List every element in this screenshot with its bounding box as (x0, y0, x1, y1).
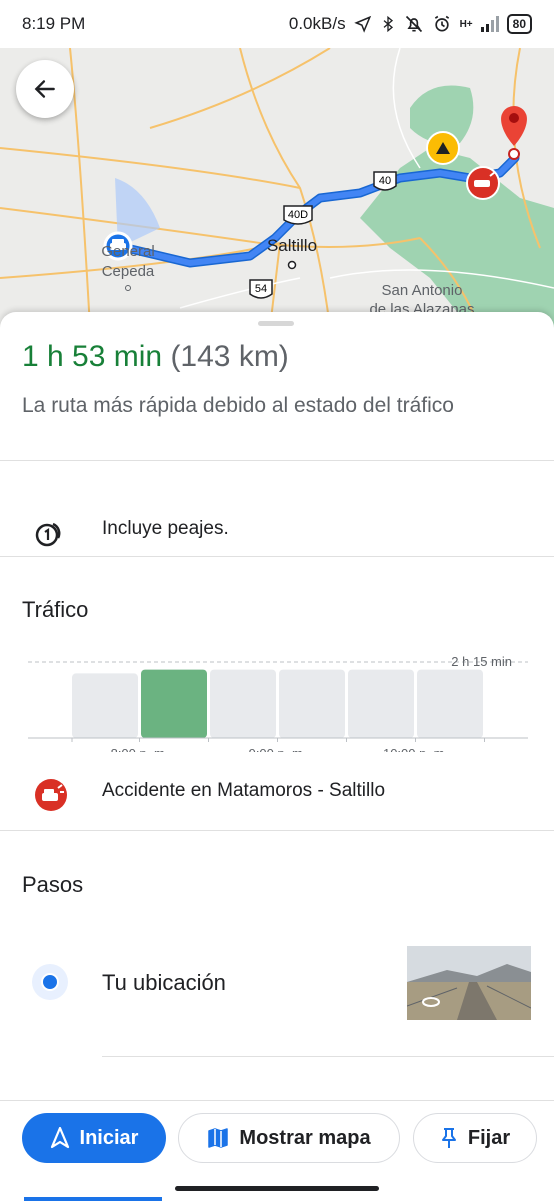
map-icon (208, 1128, 229, 1148)
toll-icon (35, 522, 61, 547)
toll-info-row: Incluye peajes. (0, 502, 554, 558)
divider (102, 1056, 554, 1057)
sheet-edge-indicator (24, 1197, 162, 1201)
street-view-thumbnail[interactable] (407, 946, 531, 1020)
divider (0, 460, 554, 461)
back-button[interactable] (16, 60, 74, 118)
traffic-bar (348, 669, 414, 738)
traffic-bar (141, 669, 207, 738)
map-label-saltillo: Saltillo (267, 236, 317, 255)
step-item[interactable]: Tu ubicación (0, 944, 554, 1024)
show-map-label: Mostrar mapa (239, 1126, 371, 1149)
steps-title: Pasos (22, 872, 84, 897)
bluetooth-icon (383, 15, 393, 33)
map-label-san-antonio: San Antonio (382, 282, 463, 299)
status-time: 8:19 PM (22, 14, 86, 33)
traffic-max-label: 2 h 15 min (451, 654, 512, 669)
highway-shield-40: 40 (373, 171, 397, 191)
traffic-bar (279, 669, 345, 738)
my-location-icon (32, 964, 68, 1000)
traffic-chart: 2 h 15 min 8:00 p. m. 9:00 p. m. 10:00 p. … (28, 654, 528, 752)
traffic-bar (417, 669, 483, 738)
network-type: H+ (459, 18, 473, 30)
start-label: Iniciar (79, 1126, 139, 1149)
svg-text:40: 40 (379, 175, 391, 187)
start-button[interactable]: Iniciar (22, 1113, 166, 1163)
notifications-off-icon (405, 15, 422, 33)
toll-label: Incluye peajes. (102, 518, 229, 539)
traffic-bar (72, 673, 138, 738)
action-bar: Iniciar Mostrar mapa Fijar (0, 1100, 554, 1201)
traffic-time-label: 9:00 p. m. (249, 746, 307, 752)
directions-sheet: 1 h 53 min (143 km) La ruta más rápida d… (0, 312, 554, 1102)
location-arrow-icon (353, 15, 371, 33)
show-map-button[interactable]: Mostrar mapa (178, 1113, 400, 1163)
highway-shield-54: 54 (249, 279, 273, 299)
pin-button[interactable]: Fijar (413, 1113, 537, 1163)
traffic-title: Tráfico (22, 597, 89, 622)
pin-icon (441, 1128, 456, 1148)
status-icons: 0.0kB/s H+ 80 (289, 14, 532, 34)
traffic-bar (210, 669, 276, 738)
route-map[interactable]: 40D 40 54 General Cepeda Saltillo San An… (0, 48, 554, 328)
svg-text:54: 54 (255, 283, 267, 295)
pin-label: Fijar (467, 1126, 511, 1149)
alarm-icon (434, 15, 449, 32)
route-description: La ruta más rápida debido al estado del … (22, 394, 454, 417)
home-indicator[interactable] (175, 1186, 379, 1191)
map-label-cepeda: Cepeda (102, 263, 155, 280)
status-bar: 8:19 PM 0.0kB/s H+ 80 (0, 0, 554, 48)
incident-label: Accidente en Matamoros - Saltillo (102, 780, 386, 801)
sheet-drag-handle[interactable] (258, 321, 294, 326)
arrow-back-icon (34, 80, 55, 98)
construction-icon (426, 131, 460, 165)
divider (0, 830, 554, 831)
battery-icon: 80 (506, 14, 532, 34)
network-speed: 0.0kB/s (288, 14, 346, 33)
traffic-time-label: 10:00 p. m. (383, 746, 448, 752)
divider (0, 556, 554, 557)
incident-row[interactable]: Accidente en Matamoros - Saltillo (0, 774, 554, 824)
step-label: Tu ubicación (102, 970, 226, 995)
navigation-icon (50, 1127, 69, 1149)
route-distance: (143 km) (170, 340, 289, 373)
accident-icon (466, 166, 500, 200)
accident-icon (35, 779, 67, 811)
route-summary: 1 h 53 min (143 km) (22, 340, 289, 374)
traffic-time-label: 8:00 p. m. (111, 746, 169, 752)
map-label-general: General (101, 243, 154, 260)
highway-shield-40d: 40D (283, 205, 313, 225)
svg-text:40D: 40D (288, 209, 308, 221)
route-duration: 1 h 53 min (22, 340, 163, 373)
signal-icon (480, 16, 499, 32)
map-canvas[interactable]: 40D 40 54 General Cepeda Saltillo San An… (0, 48, 554, 328)
